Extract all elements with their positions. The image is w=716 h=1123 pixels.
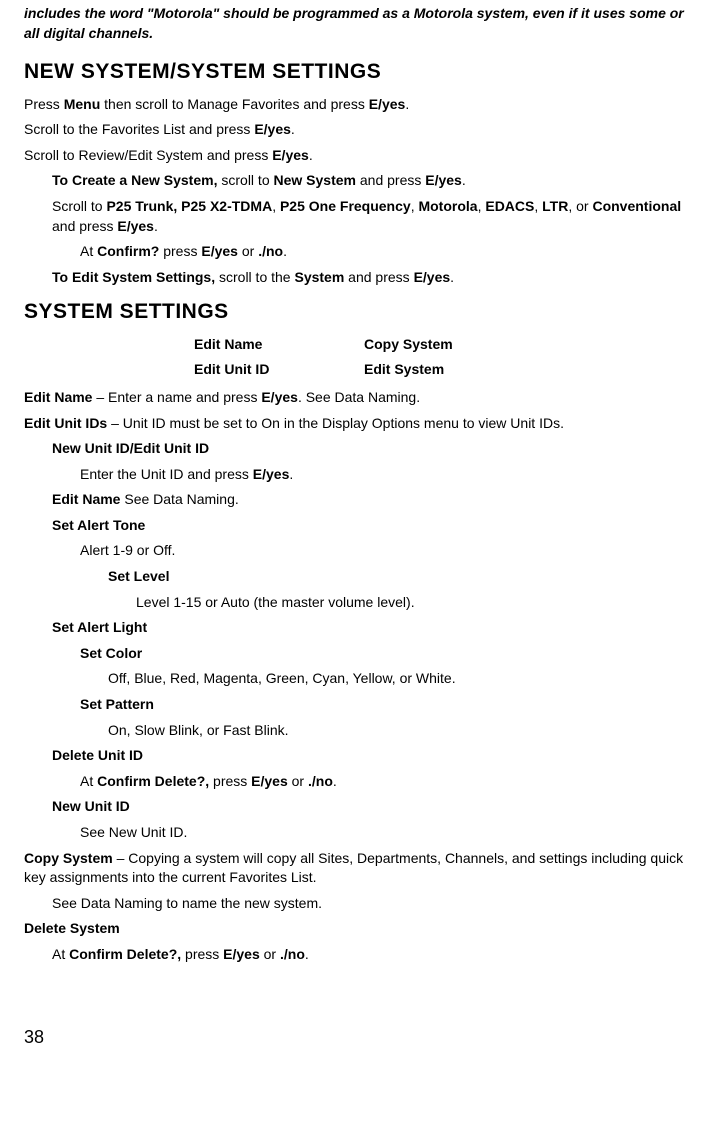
edit-name-ref: Edit Name See Data Naming. bbox=[52, 490, 692, 510]
copy-system-desc: Copy System – Copying a system will copy… bbox=[24, 849, 692, 888]
page-number: 38 bbox=[24, 1025, 692, 1050]
step-scroll-favorites: Scroll to the Favorites List and press E… bbox=[24, 120, 692, 140]
step-scroll-system-types: Scroll to P25 Trunk, P25 X2-TDMA, P25 On… bbox=[52, 197, 692, 236]
intro-note: includes the word "Motorola" should be p… bbox=[24, 4, 692, 43]
alert-range: Alert 1-9 or Off. bbox=[80, 541, 692, 561]
step-create-new-system: To Create a New System, scroll to New Sy… bbox=[52, 171, 692, 191]
edit-unit-ids-desc: Edit Unit IDs – Unit ID must be set to O… bbox=[24, 414, 692, 434]
color-options: Off, Blue, Red, Magenta, Green, Cyan, Ye… bbox=[108, 669, 692, 689]
pattern-options: On, Slow Blink, or Fast Blink. bbox=[108, 721, 692, 741]
step-scroll-review: Scroll to Review/Edit System and press E… bbox=[24, 146, 692, 166]
delete-system: Delete System bbox=[24, 919, 692, 939]
settings-table: Edit Name Copy System Edit Unit ID Edit … bbox=[194, 335, 692, 380]
step-edit-system-settings: To Edit System Settings, scroll to the S… bbox=[52, 268, 692, 288]
cell-edit-unit-id: Edit Unit ID bbox=[194, 360, 364, 380]
edit-name-desc: Edit Name – Enter a name and press E/yes… bbox=[24, 388, 692, 408]
level-range: Level 1-15 or Auto (the master volume le… bbox=[136, 593, 692, 613]
heading-new-system: NEW SYSTEM/SYSTEM SETTINGS bbox=[24, 57, 692, 86]
cell-edit-name: Edit Name bbox=[194, 335, 364, 355]
set-pattern: Set Pattern bbox=[80, 695, 692, 715]
set-alert-tone: Set Alert Tone bbox=[52, 516, 692, 536]
confirm-delete-unit: At Confirm Delete?, press E/yes or ./no. bbox=[80, 772, 692, 792]
page-content: includes the word "Motorola" should be p… bbox=[0, 4, 716, 1070]
see-data-naming: See Data Naming to name the new system. bbox=[52, 894, 692, 914]
step-confirm: At Confirm? press E/yes or ./no. bbox=[80, 242, 692, 262]
set-alert-light: Set Alert Light bbox=[52, 618, 692, 638]
new-unit-id-2: New Unit ID bbox=[52, 797, 692, 817]
cell-copy-system: Copy System bbox=[364, 335, 453, 355]
enter-unit-id: Enter the Unit ID and press E/yes. bbox=[80, 465, 692, 485]
delete-unit-id: Delete Unit ID bbox=[52, 746, 692, 766]
table-row: Edit Unit ID Edit System bbox=[194, 360, 692, 380]
confirm-delete-system: At Confirm Delete?, press E/yes or ./no. bbox=[52, 945, 692, 965]
cell-edit-system: Edit System bbox=[364, 360, 444, 380]
step-press-menu: Press Menu then scroll to Manage Favorit… bbox=[24, 95, 692, 115]
see-new-unit-id: See New Unit ID. bbox=[80, 823, 692, 843]
new-unit-id-heading: New Unit ID/Edit Unit ID bbox=[52, 439, 692, 459]
set-color: Set Color bbox=[80, 644, 692, 664]
heading-system-settings: SYSTEM SETTINGS bbox=[24, 297, 692, 326]
table-row: Edit Name Copy System bbox=[194, 335, 692, 355]
set-level: Set Level bbox=[108, 567, 692, 587]
